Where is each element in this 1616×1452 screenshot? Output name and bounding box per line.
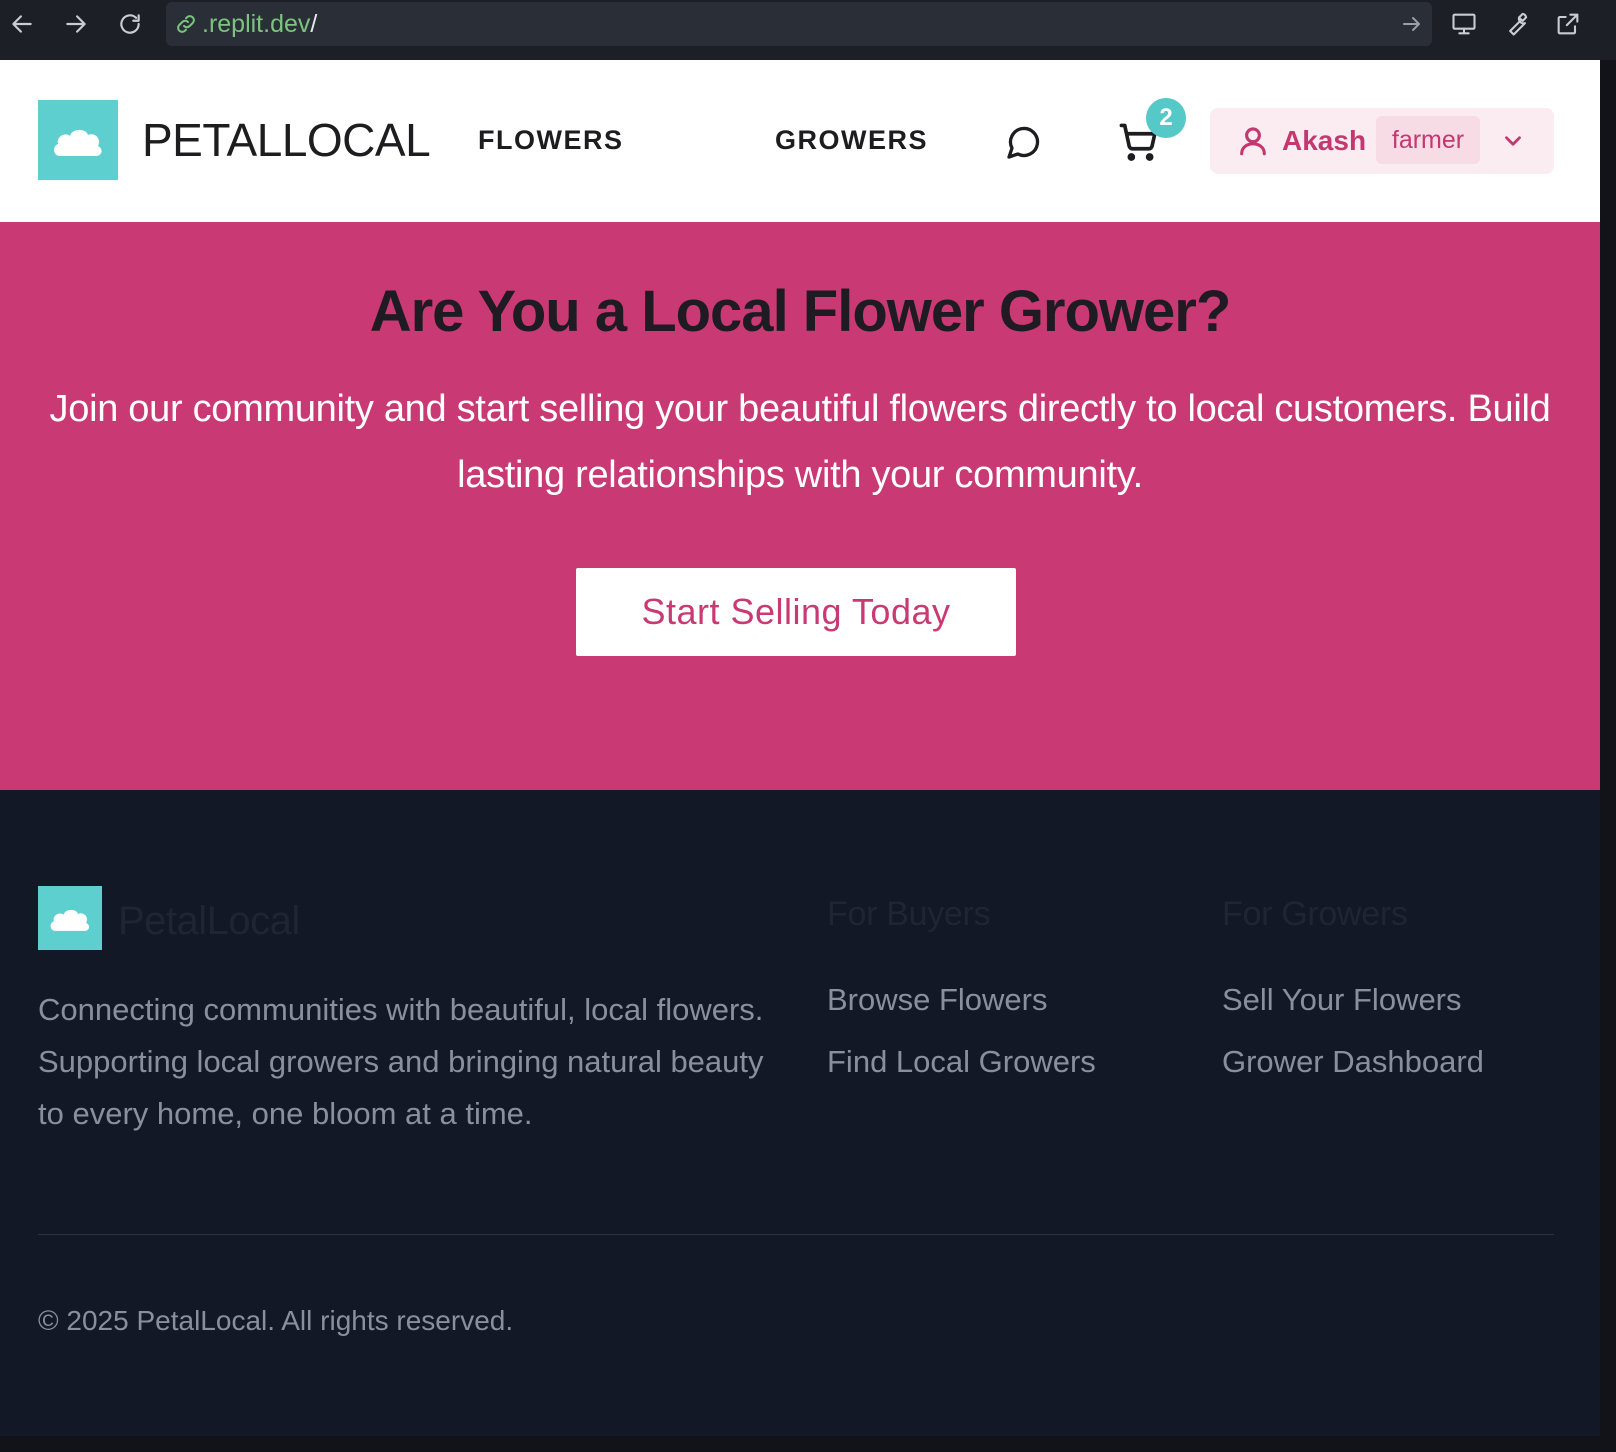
cta-title: Are You a Local Flower Grower? (369, 279, 1232, 344)
grower-cta-section: Are You a Local Flower Grower? Join our … (0, 222, 1600, 790)
go-arrow-icon[interactable] (1400, 12, 1424, 36)
user-menu-button[interactable]: Akash farmer (1210, 108, 1554, 174)
footer-brand: PetalLocal (118, 899, 300, 943)
nav-flowers[interactable]: FLOWERS (478, 124, 624, 156)
forward-arrow-icon[interactable] (58, 6, 94, 42)
site-footer: PetalLocal Connecting communities with b… (0, 790, 1600, 1436)
site-header: PETALLOCAL FLOWERS GROWERS 2 Akash farme… (0, 60, 1600, 222)
footer-heading-buyers: For Buyers (827, 895, 991, 933)
footer-link-grower-dashboard[interactable]: Grower Dashboard (1222, 1044, 1484, 1080)
chevron-down-icon (1500, 128, 1526, 154)
user-role-badge: farmer (1376, 116, 1480, 164)
footer-divider (38, 1234, 1554, 1235)
window-edge (1600, 60, 1616, 1452)
url-text: .replit.dev/ (202, 10, 318, 38)
window-bottom-edge (0, 1436, 1616, 1452)
user-name: Akash (1282, 125, 1367, 156)
wrench-icon[interactable] (1498, 6, 1534, 42)
cart-count-badge: 2 (1146, 98, 1186, 138)
footer-link-find-growers[interactable]: Find Local Growers (827, 1044, 1096, 1080)
footer-heading-growers: For Growers (1222, 895, 1408, 933)
chat-icon[interactable] (1006, 124, 1042, 160)
address-bar[interactable]: .replit.dev/ (166, 2, 1432, 46)
reload-icon[interactable] (112, 6, 148, 42)
footer-copyright: © 2025 PetalLocal. All rights reserved. (38, 1305, 514, 1336)
nav-growers[interactable]: GROWERS (775, 124, 928, 156)
page-viewport: PETALLOCAL FLOWERS GROWERS 2 Akash farme… (0, 60, 1600, 1436)
footer-link-browse-flowers[interactable]: Browse Flowers (827, 982, 1048, 1018)
cta-text: Join our community and start selling you… (49, 388, 1551, 496)
browser-toolbar: .replit.dev/ (0, 0, 1616, 60)
link-icon (174, 12, 198, 36)
user-icon (1236, 124, 1270, 158)
footer-link-sell-flowers[interactable]: Sell Your Flowers (1222, 982, 1462, 1018)
back-arrow-icon[interactable] (4, 6, 40, 42)
monitor-icon[interactable] (1446, 6, 1482, 42)
footer-description: Connecting communities with beautiful, l… (38, 992, 764, 1131)
start-selling-button[interactable]: Start Selling Today (576, 568, 1016, 656)
footer-logo-cloud-icon (38, 886, 102, 950)
logo-cloud-icon[interactable] (38, 100, 118, 180)
brand-name[interactable]: PETALLOCAL (142, 114, 431, 166)
external-link-icon[interactable] (1550, 6, 1586, 42)
